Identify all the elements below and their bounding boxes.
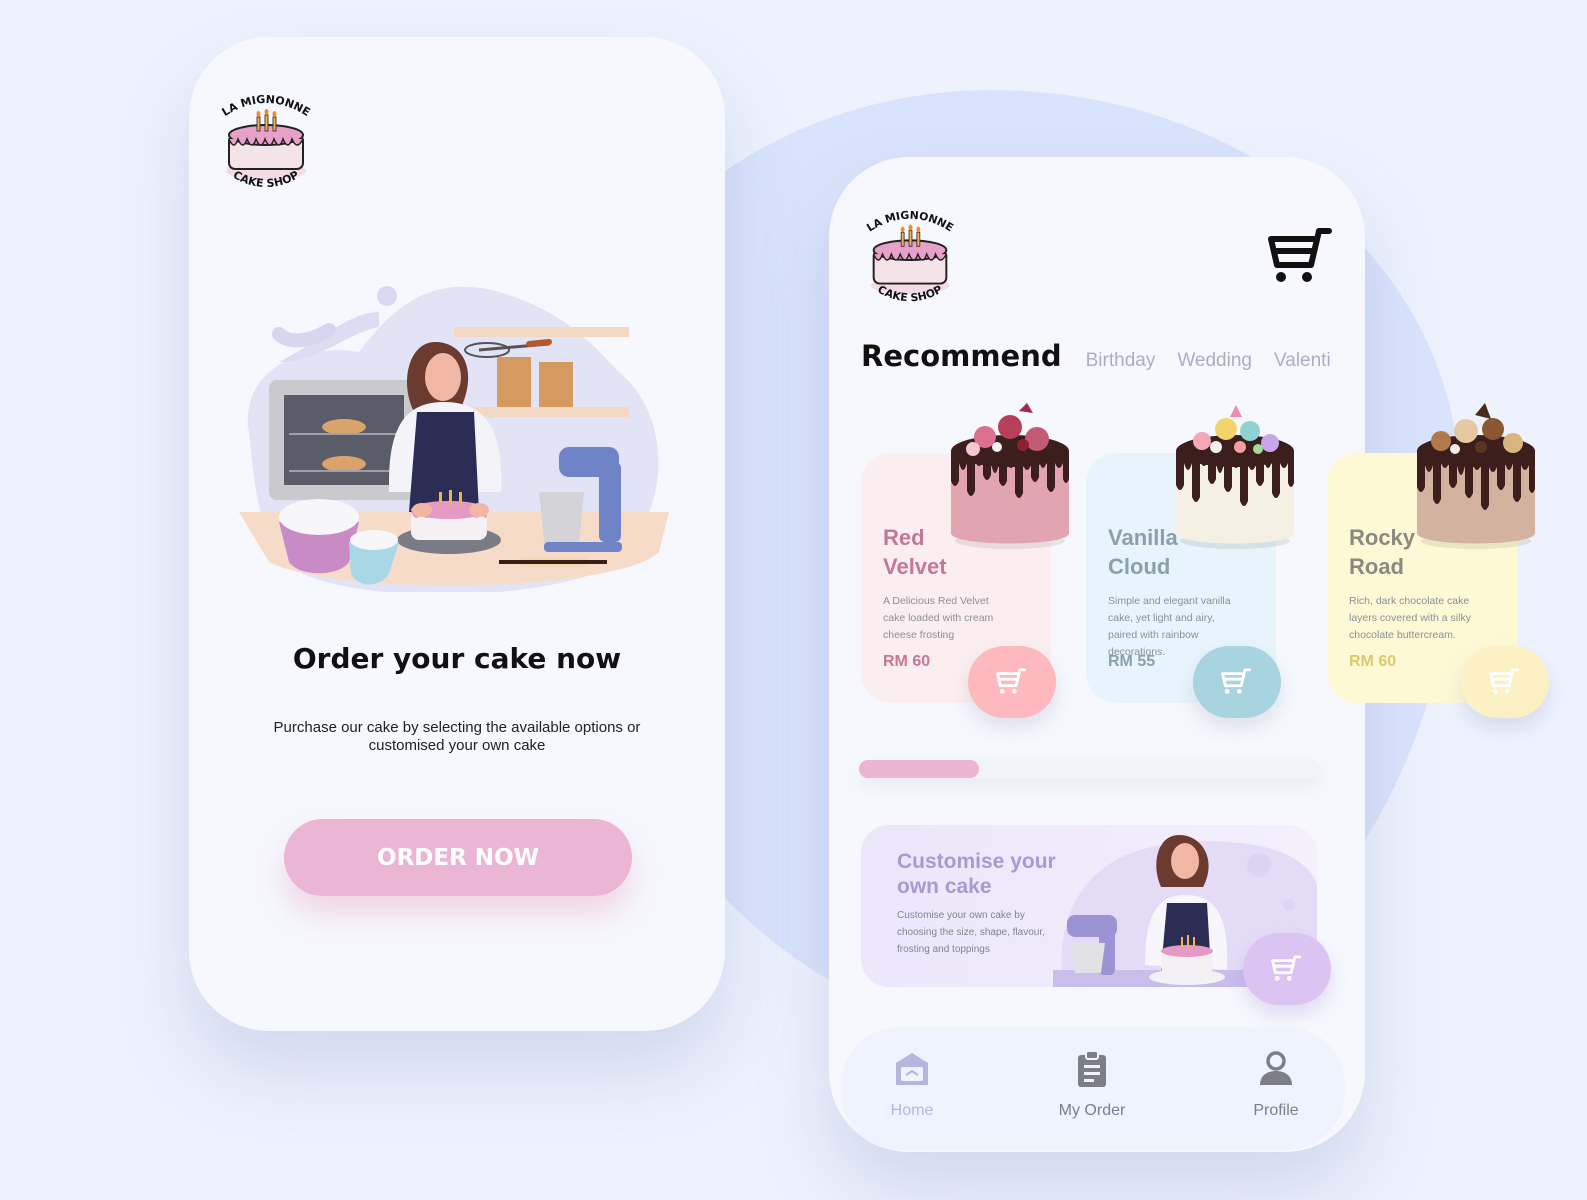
cart-icon (1489, 668, 1520, 694)
tab-wedding[interactable]: Wedding (1177, 350, 1252, 372)
product-price: RM 60 (1349, 653, 1397, 670)
cart-icon (1271, 955, 1302, 981)
product-description: A Delicious Red Velvet cake loaded with … (883, 595, 994, 641)
product-name: Red Velvet (883, 525, 947, 579)
vanilla-cloud-cake-image (1176, 405, 1294, 549)
cart-icon (996, 668, 1026, 694)
product-card-vanilla-cloud[interactable]: Vanilla Cloud Simple and elegant vanilla… (1086, 405, 1294, 718)
category-tabs-viewport: Recommend Birthday Wedding Valenti (829, 327, 1354, 377)
product-price: RM 60 (883, 653, 931, 670)
product-description: Rich, dark chocolate cake layers covered… (1349, 595, 1471, 641)
product-name: Vanilla Cloud (1108, 525, 1178, 579)
add-to-cart-button[interactable] (1193, 646, 1281, 718)
tab-recommend[interactable]: Recommend (861, 339, 1062, 373)
nav-my-order[interactable]: My Order (1037, 1049, 1147, 1120)
baker-illustration (239, 286, 669, 592)
category-tabs: Recommend Birthday Wedding Valenti (861, 339, 1353, 373)
home-screen: LA MIGNONNE CAKE SHOP Recommend Birthday… (829, 157, 1549, 1152)
clipboard-icon (1078, 1050, 1106, 1087)
bottom-navigation: Home My Order Profile (841, 1027, 1345, 1150)
cake-shop-logo: LA MIGNONNE CAKE SHOP (220, 93, 313, 190)
nav-home[interactable]: Home (857, 1049, 967, 1120)
tab-valentine[interactable]: Valenti (1274, 350, 1331, 372)
rocky-road-cake-image (1417, 403, 1535, 549)
customise-cart-button[interactable] (1243, 933, 1331, 1005)
cart-icon[interactable] (1267, 227, 1337, 287)
product-card-rocky-road[interactable]: Rocky Road Rich, dark chocolate cake lay… (1327, 403, 1549, 718)
onboarding-subtitle: Purchase our cake by selecting the avail… (273, 719, 641, 754)
product-name: Rocky Road (1349, 525, 1416, 579)
carousel-scrollbar[interactable] (859, 760, 1321, 778)
add-to-cart-button[interactable] (968, 646, 1056, 718)
add-to-cart-button[interactable] (1461, 646, 1549, 718)
product-price: RM 55 (1108, 653, 1156, 670)
carousel-scroll-thumb[interactable] (859, 760, 980, 778)
product-card-red-velvet[interactable]: Red Velvet A Delicious Red Velvet cake l… (861, 403, 1069, 718)
nav-profile[interactable]: Profile (1221, 1049, 1331, 1120)
red-velvet-cake-image (951, 403, 1069, 549)
customise-description: Customise your own cake by choosing the … (897, 910, 1045, 955)
order-now-button[interactable]: ORDER NOW (284, 819, 632, 896)
tab-birthday[interactable]: Birthday (1086, 350, 1156, 372)
cake-shop-logo: LA MIGNONNE CAKE SHOP (864, 209, 955, 305)
user-icon (1260, 1051, 1292, 1085)
customise-title: Customise your own cake (897, 850, 1056, 898)
onboarding-screen: LA MIGNONNE CAKE SHOP Order your cake no… (189, 37, 725, 1031)
cart-icon (1221, 668, 1252, 694)
onboarding-title: Order your cake now (292, 642, 622, 675)
home-icon (896, 1053, 928, 1085)
